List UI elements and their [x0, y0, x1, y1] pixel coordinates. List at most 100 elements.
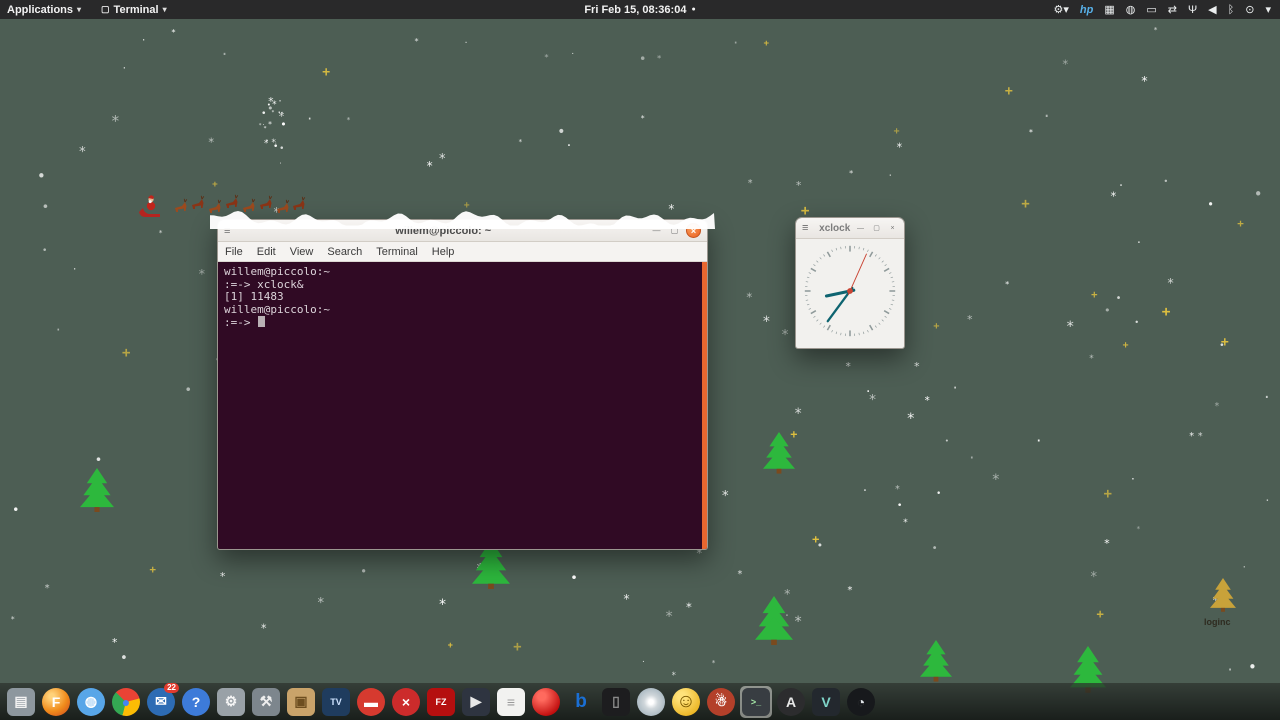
- close-button[interactable]: ×: [887, 223, 898, 234]
- dock-help[interactable]: ?: [180, 686, 212, 718]
- dock-firefox[interactable]: F: [40, 686, 72, 718]
- dock-package[interactable]: ▣: [285, 686, 317, 718]
- dock-strongbox[interactable]: ▯: [600, 686, 632, 718]
- web-browser-icon: ◍: [77, 687, 105, 716]
- snowflake: ·: [641, 657, 646, 667]
- dock-file-manager[interactable]: ▤: [5, 686, 37, 718]
- snowflake: *: [966, 312, 974, 326]
- snowflake: ·: [71, 265, 78, 276]
- maximize-button[interactable]: ▢: [668, 224, 681, 237]
- network-arrows-icon[interactable]: ⇄: [1168, 3, 1177, 16]
- video-editor-icon: V: [812, 687, 840, 716]
- snowflake: *: [711, 657, 716, 667]
- microphone-icon[interactable]: Ψ: [1188, 4, 1197, 16]
- snowflake: *: [793, 406, 803, 423]
- snowflake: *: [414, 37, 419, 47]
- dock-settings[interactable]: ⚙: [215, 686, 247, 718]
- dock-optical-disc[interactable]: [635, 686, 667, 718]
- dock-chrome[interactable]: ●: [110, 686, 142, 718]
- snowflake: ·: [570, 49, 575, 59]
- minimize-button[interactable]: —: [855, 223, 866, 234]
- terminal-menu-terminal[interactable]: Terminal: [369, 246, 425, 258]
- dock-tweaks[interactable]: ⚒: [250, 686, 282, 718]
- terminal-titlebar[interactable]: ≡ willem@piccolo: ~ — ▢ ×: [218, 220, 707, 242]
- bluefish-icon: b: [575, 690, 587, 712]
- dock-terminal[interactable]: >_: [740, 685, 772, 718]
- power-icon[interactable]: ⊙: [1245, 3, 1254, 16]
- snowflake: *: [207, 134, 215, 149]
- snowflake: •: [1253, 186, 1263, 204]
- terminal-menu-edit[interactable]: Edit: [250, 246, 283, 258]
- dock-smiley[interactable]: ☺: [670, 686, 702, 718]
- window-icon: ▢: [101, 4, 110, 14]
- star-sparkle: +: [322, 64, 331, 80]
- snowflake: *: [438, 152, 447, 168]
- snowflake: •: [260, 108, 267, 119]
- status-orb-icon[interactable]: ◍: [1126, 3, 1136, 16]
- snowflake: *: [197, 266, 206, 282]
- snowflake: *: [1153, 25, 1158, 35]
- dock-close-app[interactable]: ×: [390, 686, 422, 718]
- snowflake: *: [762, 314, 771, 331]
- snowflake: *: [111, 636, 118, 649]
- star-sparkle: +: [1161, 303, 1171, 320]
- snowflake: •: [936, 488, 942, 499]
- dock-web-browser[interactable]: ◍: [75, 686, 107, 718]
- terminal-output[interactable]: willem@piccolo:~:=-> xclock& [1] 11483 wil…: [218, 262, 707, 549]
- menu-icon[interactable]: ≡: [218, 225, 236, 237]
- terminal-menu-help[interactable]: Help: [425, 246, 462, 258]
- session-gear-icon[interactable]: ⚙▾: [1053, 3, 1068, 16]
- terminal-menu-view[interactable]: View: [283, 246, 321, 258]
- dock-screen-timer[interactable]: ◔: [845, 686, 877, 718]
- dock-archive-a[interactable]: A: [775, 686, 807, 718]
- dock-document[interactable]: ≡: [495, 686, 527, 718]
- snowflake: ·: [887, 169, 894, 182]
- volume-icon[interactable]: ◀: [1208, 3, 1216, 16]
- menu-applications[interactable]: Applications ▾: [7, 4, 81, 16]
- terminal-scrollbar[interactable]: [702, 262, 707, 549]
- xclock-titlebar[interactable]: ≡ xclock — ▢ ×: [796, 218, 904, 239]
- snowflake: *: [518, 137, 523, 147]
- snowflake: *: [894, 484, 901, 496]
- snowflake: •: [1103, 303, 1111, 317]
- snowflake: •: [1247, 658, 1257, 676]
- menu-icon[interactable]: ≡: [796, 222, 814, 234]
- hp-device-icon[interactable]: hp: [1080, 4, 1093, 16]
- snowflake: *: [783, 586, 791, 602]
- record-dot-icon: ●: [691, 6, 696, 13]
- snowflake: ·: [951, 380, 959, 396]
- maximize-button[interactable]: ▢: [871, 223, 882, 234]
- workspace-grid-icon[interactable]: ▦: [1104, 3, 1114, 16]
- panel-clock[interactable]: Fri Feb 15, 08:36:04 ●: [584, 4, 695, 16]
- snowflake: ·: [1226, 662, 1235, 678]
- dock-record[interactable]: [530, 686, 562, 718]
- package-icon: ▣: [287, 687, 315, 716]
- snowflake: ·: [278, 158, 283, 167]
- display-icon[interactable]: ▭: [1146, 3, 1156, 16]
- snowflake: *: [667, 202, 675, 217]
- dock-mythtv[interactable]: TV: [320, 686, 352, 718]
- snowflake: *: [438, 597, 447, 614]
- dock-video-editor[interactable]: V: [810, 686, 842, 718]
- bluetooth-icon[interactable]: ᛒ: [1228, 4, 1235, 16]
- dock-xsnow[interactable]: ☃: [705, 686, 737, 718]
- close-button[interactable]: ×: [686, 223, 701, 238]
- dock-filezilla[interactable]: FZ: [425, 686, 457, 718]
- menu-caret-icon[interactable]: ▾: [1265, 3, 1271, 16]
- dock-media-player[interactable]: ▶: [460, 686, 492, 718]
- snowflake: ·: [463, 37, 469, 47]
- tree-decoration: [755, 596, 793, 646]
- dock-mail[interactable]: ✉ 22: [145, 682, 179, 718]
- dock-bluefish[interactable]: b: [565, 686, 597, 718]
- terminal-menu-file[interactable]: File: [218, 246, 250, 258]
- menu-terminal[interactable]: ▢ Terminal ▾: [101, 4, 167, 16]
- snowflake: ·: [967, 450, 976, 467]
- dock-no-entry[interactable]: ▬: [355, 686, 387, 718]
- terminal-menu-search[interactable]: Search: [320, 246, 369, 258]
- filezilla-icon: FZ: [427, 687, 455, 716]
- snowflake: *: [844, 360, 852, 373]
- file-manager-icon: ▤: [7, 687, 35, 716]
- minimize-button[interactable]: —: [650, 224, 663, 237]
- snowflake: *: [895, 141, 903, 155]
- snowflake: *: [44, 583, 51, 595]
